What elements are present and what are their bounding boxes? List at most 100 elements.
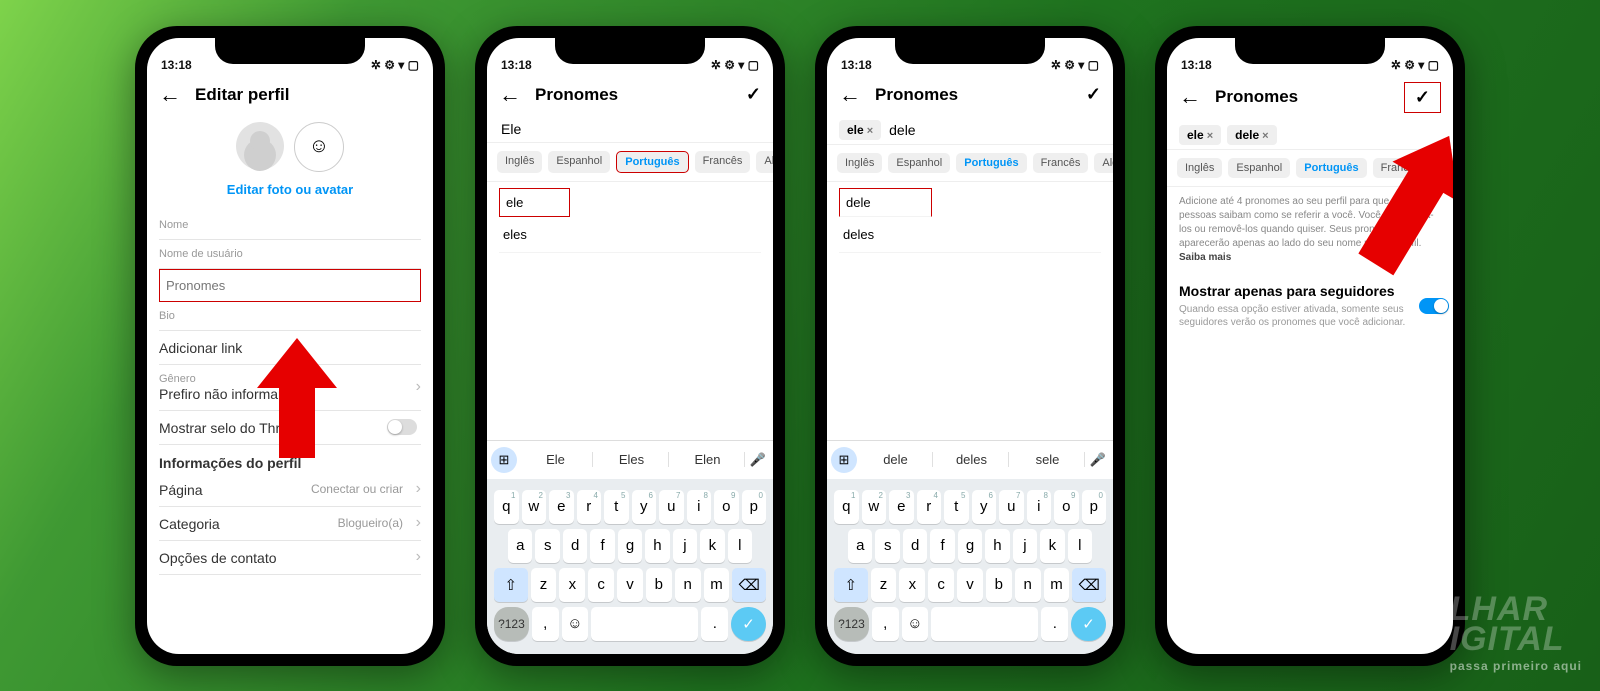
key-n[interactable]: n [1015,568,1041,602]
back-arrow-icon[interactable]: ← [159,82,181,108]
key-v[interactable]: v [617,568,643,602]
key-☺[interactable]: ☺ [902,607,929,641]
key-o[interactable]: o9 [1054,490,1079,524]
suggestion-deles[interactable]: deles [839,217,1101,253]
pronoun-chip-dele[interactable]: dele× [1227,125,1276,145]
followers-only-toggle[interactable] [1419,298,1449,314]
key-[interactable] [931,607,1038,641]
mic-icon[interactable]: 🎤 [1087,452,1109,468]
key-⌫[interactable]: ⌫ [1072,568,1106,602]
lang-tab-fr[interactable]: Francês [1033,153,1089,173]
lang-tab-en[interactable]: Inglês [837,153,882,173]
pronoun-chip-ele[interactable]: ele× [839,120,881,140]
key-j[interactable]: j [1013,529,1037,563]
key-b[interactable]: b [986,568,1012,602]
username-field[interactable]: Nome de usuário [159,240,421,269]
learn-more-link[interactable]: Saiba mais [1179,252,1231,263]
followers-only-row[interactable]: Mostrar apenas para seguidores Quando es… [1167,273,1453,339]
key-m[interactable]: m [704,568,730,602]
key-,[interactable]: , [532,607,559,641]
avatar-button[interactable]: ☺ [294,122,344,172]
key-p[interactable]: p0 [1082,490,1107,524]
key-✓[interactable]: ✓ [731,607,766,641]
key-e[interactable]: e3 [889,490,914,524]
key-⇧[interactable]: ⇧ [834,568,868,602]
key-g[interactable]: g [958,529,982,563]
key-l[interactable]: l [728,529,752,563]
key-c[interactable]: c [588,568,614,602]
key-j[interactable]: j [673,529,697,563]
key-m[interactable]: m [1044,568,1070,602]
lang-tab-de[interactable]: Alemão [756,151,773,173]
suggestion-dele[interactable]: dele [839,188,932,217]
name-field[interactable]: Nome [159,211,421,240]
key-?123[interactable]: ?123 [834,607,869,641]
back-arrow-icon[interactable]: ← [499,82,521,108]
key-x[interactable]: x [899,568,925,602]
lang-tab-de[interactable]: Alemão [1094,153,1113,173]
suggest-word[interactable]: deles [935,452,1009,467]
key-.[interactable]: . [701,607,728,641]
key-y[interactable]: y6 [972,490,997,524]
key-☺[interactable]: ☺ [562,607,589,641]
key-z[interactable]: z [871,568,897,602]
key-p[interactable]: p0 [742,490,767,524]
key-l[interactable]: l [1068,529,1092,563]
key-t[interactable]: t5 [604,490,629,524]
lang-tab-es[interactable]: Espanhol [888,153,950,173]
key-v[interactable]: v [957,568,983,602]
keyboard-toolbar-icon[interactable]: ⊞ [491,447,517,473]
confirm-check-icon[interactable]: ✓ [1086,84,1101,105]
key-f[interactable]: f [930,529,954,563]
key-s[interactable]: s [875,529,899,563]
key-g[interactable]: g [618,529,642,563]
pronoun-chip-ele[interactable]: ele× [1179,125,1221,145]
confirm-check-icon[interactable]: ✓ [1404,82,1441,113]
lang-tab-fr[interactable]: Francês [695,151,751,173]
key-n[interactable]: n [675,568,701,602]
key-b[interactable]: b [646,568,672,602]
threads-toggle[interactable] [387,419,417,435]
keyboard-toolbar-icon[interactable]: ⊞ [831,447,857,473]
key-✓[interactable]: ✓ [1071,607,1106,641]
key-w[interactable]: w2 [862,490,887,524]
key-d[interactable]: d [563,529,587,563]
suggest-word[interactable]: sele [1011,452,1085,467]
remove-chip-icon[interactable]: × [1262,130,1268,142]
confirm-check-icon[interactable]: ✓ [746,84,761,105]
key-[interactable] [591,607,698,641]
lang-tab-pt[interactable]: Português [956,153,1026,173]
pronoun-input-row[interactable] [487,116,773,142]
suggest-word[interactable]: Eles [595,452,669,467]
key-⇧[interactable]: ⇧ [494,568,528,602]
key-e[interactable]: e3 [549,490,574,524]
profile-photo[interactable] [236,122,284,170]
lang-tab-en[interactable]: Inglês [497,151,542,173]
key-u[interactable]: u7 [659,490,684,524]
key-i[interactable]: i8 [687,490,712,524]
remove-chip-icon[interactable]: × [1207,130,1213,142]
key-r[interactable]: r4 [577,490,602,524]
key-h[interactable]: h [985,529,1009,563]
key-h[interactable]: h [645,529,669,563]
key-a[interactable]: a [508,529,532,563]
key-t[interactable]: t5 [944,490,969,524]
key-i[interactable]: i8 [1027,490,1052,524]
key-,[interactable]: , [872,607,899,641]
lang-tab-es[interactable]: Espanhol [548,151,610,173]
edit-photo-link[interactable]: Editar foto ou avatar [147,182,433,197]
lang-tab-en[interactable]: Inglês [1177,158,1222,178]
back-arrow-icon[interactable]: ← [1179,84,1201,110]
key-u[interactable]: u7 [999,490,1024,524]
key-w[interactable]: w2 [522,490,547,524]
page-row[interactable]: Página Conectar ou criar › [159,473,421,507]
key-s[interactable]: s [535,529,559,563]
pronoun-input[interactable] [499,120,761,138]
key-d[interactable]: d [903,529,927,563]
remove-chip-icon[interactable]: × [867,125,873,137]
key-k[interactable]: k [700,529,724,563]
pronoun-input[interactable] [887,121,1101,139]
back-arrow-icon[interactable]: ← [839,82,861,108]
key-z[interactable]: z [531,568,557,602]
pronoun-input-row[interactable]: ele× [827,116,1113,144]
